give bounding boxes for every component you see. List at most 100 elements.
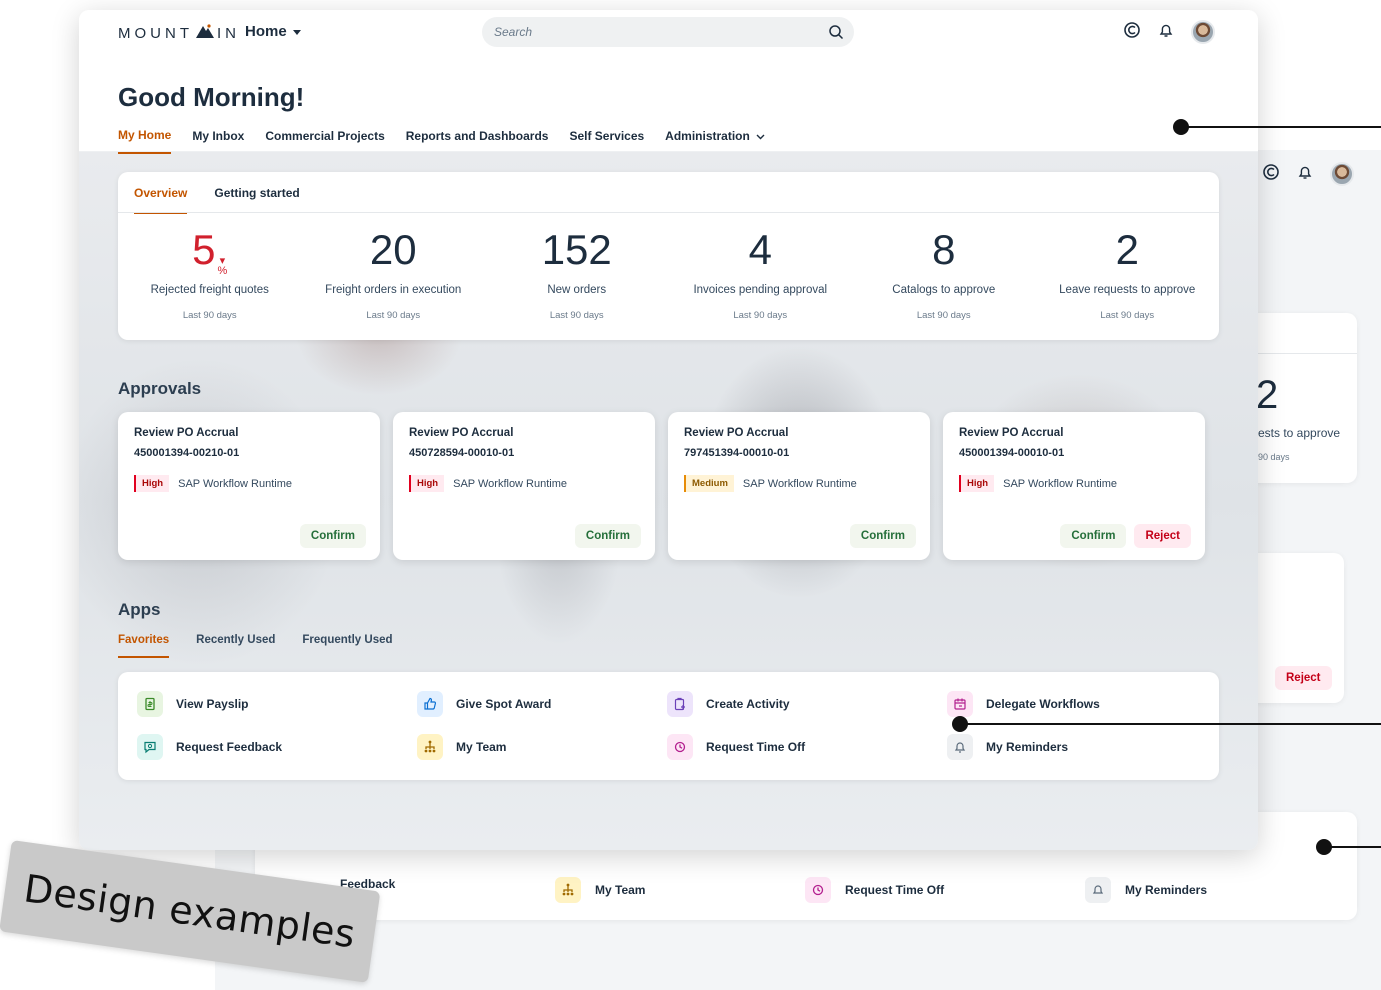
tab-administration[interactable]: Administration [665,128,765,154]
kpi-label: Freight orders in execution [325,284,462,296]
app-label: Give Spot Award [456,697,552,711]
kpi-new-orders[interactable]: 152 New orders Last 90 days [485,224,669,321]
app-give-spot-award[interactable]: Give Spot Award [417,691,551,717]
overview-card: Overview Getting started 5 ▾% Rejected fr… [118,172,1219,340]
logo-text-right: IN [217,24,240,42]
tab-reports-and-dashboards[interactable]: Reports and Dashboards [406,128,549,154]
kpi-label: Catalogs to approve [892,284,996,296]
time-off-icon [667,734,693,760]
approval-meta: Medium SAP Workflow Runtime [684,475,857,492]
confirm-button[interactable]: Confirm [299,524,366,548]
apps-tabs: Favorites Recently Used Frequently Used [118,634,393,658]
priority-badge: High [959,475,995,492]
approval-card[interactable]: Review PO Accrual 450001394-00210-01 Hig… [118,412,380,560]
app-my-reminders[interactable]: My Reminders [947,734,1068,760]
background-kpi-value: 2 [1256,373,1279,417]
tab-self-services[interactable]: Self Services [569,128,644,154]
kpi-leave-requests[interactable]: 2 Leave requests to approve Last 90 days [1036,224,1220,321]
priority-badge: High [409,475,445,492]
background-app-label: Request Time Off [845,883,945,897]
reject-button[interactable]: Reject [1134,524,1191,548]
app-request-feedback[interactable]: Request Feedback [137,734,282,760]
background-shell-icons [1262,162,1354,186]
shell-actions [1123,20,1215,44]
calendar-icon [947,691,973,717]
tab-getting-started[interactable]: Getting started [214,186,299,214]
approval-title: Review PO Accrual [409,427,514,439]
background-app-my-team: My Team [555,877,645,903]
kpi-row: 5 ▾% Rejected freight quotes Last 90 days… [118,224,1219,321]
logo-text-left: MOUNT [118,24,193,42]
search-field[interactable] [482,17,854,47]
time-off-icon [805,877,831,903]
confirm-button[interactable]: Confirm [849,524,916,548]
kpi-catalogs-to-approve[interactable]: 8 Catalogs to approve Last 90 days [852,224,1036,321]
caret-down-icon [292,23,301,40]
bell-icon [1085,877,1111,903]
app-delegate-workflows[interactable]: Delegate Workflows [947,691,1100,717]
tab-favorites[interactable]: Favorites [118,634,170,658]
approval-meta: High SAP Workflow Runtime [409,475,567,492]
top-navigation: My Home My Inbox Commercial Projects Rep… [118,128,765,154]
app-my-team[interactable]: My Team [417,734,506,760]
kpi-value: 4 [748,226,772,273]
tab-overview[interactable]: Overview [134,186,188,214]
annotation-callout-background [1316,839,1381,855]
kpi-period: Last 90 days [549,310,604,321]
avatar [1330,162,1354,186]
thumbs-up-icon [417,691,443,717]
shell-bar: MOUNT IN Home Good [79,10,1258,154]
approval-actions: Confirm [849,524,916,548]
app-label: Request Feedback [176,740,283,754]
tab-recently-used[interactable]: Recently Used [196,634,275,658]
kpi-label: Leave requests to approve [1059,284,1196,296]
approval-title: Review PO Accrual [959,427,1064,439]
kpi-number: 5 [192,226,216,273]
confirm-button[interactable]: Confirm [1060,524,1127,548]
app-label: My Team [456,740,507,754]
org-chart-icon [417,734,443,760]
background-kpi-period: 90 days [1258,452,1290,462]
notifications-bell-icon[interactable] [1157,21,1175,44]
kpi-label: Invoices pending approval [693,284,828,296]
kpi-freight-orders[interactable]: 20 Freight orders in execution Last 90 d… [302,224,486,321]
tab-administration-label: Administration [665,129,750,143]
app-request-time-off[interactable]: Request Time Off [667,734,805,760]
org-chart-icon [555,877,581,903]
approval-id: 797451394-00010-01 [684,447,790,459]
tab-my-inbox[interactable]: My Inbox [192,128,244,154]
home-menu[interactable]: Home [245,23,301,40]
search-icon[interactable] [828,24,844,45]
approvals-heading: Approvals [118,379,202,398]
tab-frequently-used[interactable]: Frequently Used [302,634,392,658]
background-app-my-reminders: My Reminders [1085,877,1207,903]
approval-title: Review PO Accrual [684,427,789,439]
copilot-icon[interactable] [1123,21,1141,44]
approval-card[interactable]: Review PO Accrual 450001394-00010-01 Hig… [943,412,1205,560]
tab-commercial-projects[interactable]: Commercial Projects [265,128,384,154]
app-view-payslip[interactable]: View Payslip [137,691,249,717]
search-input[interactable] [494,17,814,47]
kpi-rejected-freight-quotes[interactable]: 5 ▾% Rejected freight quotes Last 90 days [118,224,302,321]
chevron-down-icon [756,129,765,143]
approval-card[interactable]: Review PO Accrual 797451394-00010-01 Med… [668,412,930,560]
background-app-request-time-off: Request Time Off [805,877,944,903]
clipboard-icon [667,691,693,717]
kpi-invoices-pending[interactable]: 4 Invoices pending approval Last 90 days [669,224,853,321]
app-create-activity[interactable]: Create Activity [667,691,790,717]
company-logo[interactable]: MOUNT IN [118,23,240,43]
mountain-logo-icon [195,23,215,43]
approval-id: 450728594-00010-01 [409,447,515,459]
background-reject-button: Reject [1275,666,1332,690]
user-avatar[interactable] [1191,20,1215,44]
tab-my-home[interactable]: My Home [118,128,172,154]
approval-actions: Confirm [299,524,366,548]
kpi-period: Last 90 days [733,310,788,321]
confirm-button[interactable]: Confirm [574,524,641,548]
approval-source: SAP Workflow Runtime [742,477,857,490]
approval-source: SAP Workflow Runtime [453,477,568,490]
home-menu-label: Home [245,23,287,40]
app-label: Delegate Workflows [986,697,1100,711]
approval-card[interactable]: Review PO Accrual 450728594-00010-01 Hig… [393,412,655,560]
kpi-value: 8 [932,226,956,273]
